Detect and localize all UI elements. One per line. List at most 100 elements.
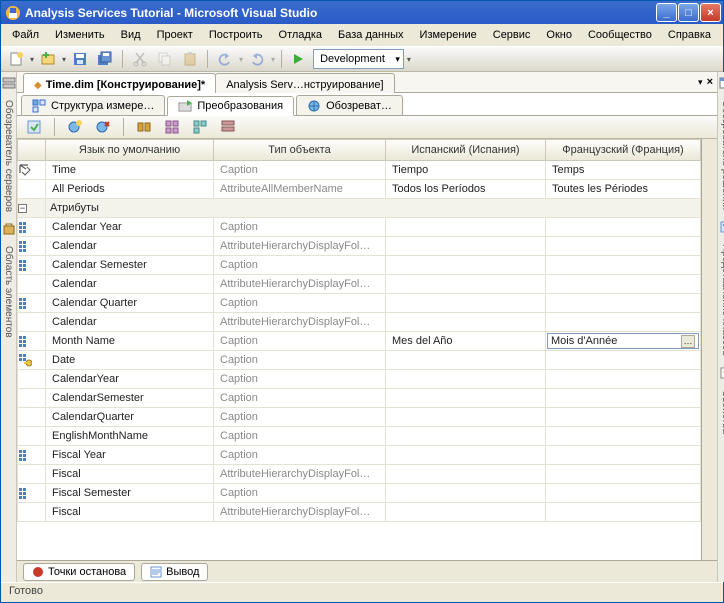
class-view-icon[interactable] <box>719 220 724 234</box>
cell-french[interactable] <box>546 237 701 256</box>
menu-project[interactable]: Проект <box>150 27 200 43</box>
cell-name[interactable]: Time <box>46 161 214 180</box>
cell-french[interactable] <box>546 351 701 370</box>
col-object-type[interactable]: Тип объекта <box>214 140 386 161</box>
cell-editor[interactable]: Mois d'Année… <box>547 333 699 349</box>
tool-button-2[interactable] <box>161 116 183 138</box>
undo-button[interactable] <box>214 48 236 70</box>
tab-browser[interactable]: Обозреват… <box>296 95 403 115</box>
doctab-time-dim[interactable]: ◆ Time.dim [Конструирование]* <box>23 73 216 93</box>
cut-button[interactable] <box>129 48 151 70</box>
menu-database[interactable]: База данных <box>331 27 411 43</box>
cell-name[interactable]: Calendar <box>46 237 214 256</box>
cell-spanish[interactable] <box>386 446 546 465</box>
close-button[interactable]: × <box>700 3 721 22</box>
tool-button-3[interactable] <box>189 116 211 138</box>
solution-explorer-tab[interactable]: Обозреватель решений <box>718 92 724 218</box>
process-button[interactable] <box>23 116 45 138</box>
redo-button[interactable] <box>246 48 268 70</box>
ellipsis-button[interactable]: … <box>681 335 695 348</box>
cell-spanish[interactable] <box>386 256 546 275</box>
cell-french[interactable]: Toutes les Périodes <box>546 180 701 199</box>
add-item-button[interactable] <box>37 48 59 70</box>
cell-french[interactable] <box>546 256 701 275</box>
tool-button-4[interactable] <box>217 116 239 138</box>
cell-spanish[interactable]: Tiempo <box>386 161 546 180</box>
menu-edit[interactable]: Изменить <box>48 27 112 43</box>
cell-name[interactable]: Calendar Quarter <box>46 294 214 313</box>
cell-name[interactable]: CalendarSemester <box>46 389 214 408</box>
cell-french[interactable] <box>546 370 701 389</box>
toolbox-tab[interactable]: Область элементов <box>1 238 16 346</box>
menu-dimension[interactable]: Измерение <box>413 27 484 43</box>
cell-name[interactable]: Calendar Year <box>46 218 214 237</box>
cell-name[interactable]: All Periods <box>46 180 214 199</box>
cell-spanish[interactable] <box>386 275 546 294</box>
menu-community[interactable]: Сообщество <box>581 27 659 43</box>
cell-name[interactable]: EnglishMonthName <box>46 427 214 446</box>
cell-french[interactable] <box>546 465 701 484</box>
cell-spanish[interactable] <box>386 237 546 256</box>
cell-name[interactable]: CalendarYear <box>46 370 214 389</box>
cell-spanish[interactable] <box>386 370 546 389</box>
tool-button-1[interactable] <box>133 116 155 138</box>
cell-spanish[interactable] <box>386 294 546 313</box>
menu-window[interactable]: Окно <box>539 27 579 43</box>
server-explorer-tab[interactable]: Обозреватель серверов <box>1 92 16 220</box>
cell-name[interactable]: Date <box>46 351 214 370</box>
cell-spanish[interactable] <box>386 503 546 522</box>
cell-name[interactable]: Month Name <box>46 332 214 351</box>
cell-name[interactable]: Fiscal <box>46 465 214 484</box>
cell-french[interactable]: Mois d'Année… <box>546 332 701 351</box>
delete-translation-button[interactable] <box>92 116 114 138</box>
menu-view[interactable]: Вид <box>114 27 148 43</box>
cell-spanish[interactable] <box>386 218 546 237</box>
cell-french[interactable]: Temps <box>546 161 701 180</box>
breakpoints-tab[interactable]: Точки останова <box>23 563 135 581</box>
start-debug-button[interactable] <box>288 48 310 70</box>
cell-french[interactable] <box>546 503 701 522</box>
cell-spanish[interactable] <box>386 427 546 446</box>
output-tab[interactable]: Вывод <box>141 563 208 581</box>
paste-button[interactable] <box>179 48 201 70</box>
cell-spanish[interactable] <box>386 351 546 370</box>
cell-spanish[interactable] <box>386 465 546 484</box>
cell-french[interactable] <box>546 275 701 294</box>
cell-spanish[interactable] <box>386 389 546 408</box>
cell-name[interactable]: Calendar <box>46 275 214 294</box>
cell-spanish[interactable] <box>386 484 546 503</box>
doctab-close[interactable]: × <box>707 76 713 88</box>
menu-tools[interactable]: Сервис <box>486 27 538 43</box>
category-toggle[interactable]: − <box>18 199 46 218</box>
cell-french[interactable] <box>546 294 701 313</box>
cell-spanish[interactable]: Todos los Períodos <box>386 180 546 199</box>
cell-french[interactable] <box>546 446 701 465</box>
maximize-button[interactable]: □ <box>678 3 699 22</box>
new-translation-button[interactable] <box>64 116 86 138</box>
solution-explorer-icon[interactable] <box>719 76 724 90</box>
copy-button[interactable] <box>154 48 176 70</box>
cell-spanish[interactable] <box>386 313 546 332</box>
menu-debug[interactable]: Отладка <box>272 27 329 43</box>
cell-french[interactable] <box>546 484 701 503</box>
cell-french[interactable] <box>546 427 701 446</box>
cell-spanish[interactable] <box>386 408 546 427</box>
col-spanish[interactable]: Испанский (Испания) <box>386 140 546 161</box>
cell-name[interactable]: CalendarQuarter <box>46 408 214 427</box>
toolbox-icon[interactable] <box>2 222 16 236</box>
cell-name[interactable]: Calendar <box>46 313 214 332</box>
class-view-tab[interactable]: Представление классов <box>718 236 724 364</box>
doctab-dropdown[interactable]: ▾ <box>698 77 703 88</box>
cell-name[interactable]: Fiscal <box>46 503 214 522</box>
cell-french[interactable] <box>546 313 701 332</box>
tab-structure[interactable]: Структура измере… <box>21 95 165 115</box>
properties-tab[interactable]: Свойства <box>718 382 724 442</box>
cell-name[interactable]: Fiscal Semester <box>46 484 214 503</box>
vertical-scrollbar[interactable] <box>701 139 717 560</box>
menu-help[interactable]: Справка <box>661 27 718 43</box>
cell-french[interactable] <box>546 218 701 237</box>
col-french[interactable]: Французский (Франция) <box>546 140 701 161</box>
tab-translations[interactable]: Преобразования <box>167 96 294 116</box>
server-explorer-icon[interactable] <box>2 76 16 90</box>
config-combo[interactable]: Development <box>313 49 404 69</box>
